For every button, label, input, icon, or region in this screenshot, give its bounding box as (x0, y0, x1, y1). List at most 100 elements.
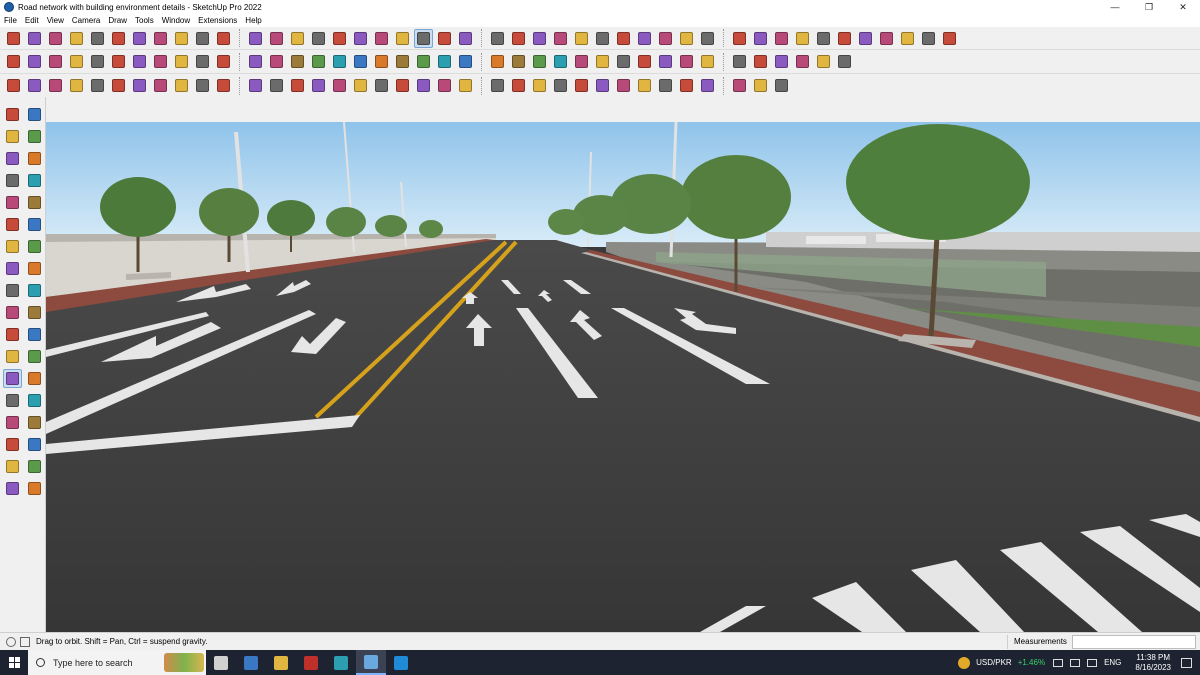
follow-me-icon[interactable] (25, 259, 44, 278)
fill-icon[interactable] (372, 52, 391, 71)
rotated-rect-icon[interactable] (25, 171, 44, 190)
pan-icon[interactable] (751, 29, 770, 48)
sandbox-icon[interactable] (751, 52, 770, 71)
restore-button[interactable]: ❐ (1132, 0, 1166, 14)
taskbar-search[interactable]: Type here to search (28, 650, 206, 675)
line-icon[interactable] (330, 76, 349, 95)
fillet-icon[interactable] (730, 76, 749, 95)
rotate-icon[interactable] (151, 29, 170, 48)
rectangle-icon[interactable] (3, 171, 22, 190)
chamfer-icon[interactable] (751, 76, 770, 95)
pencil-icon[interactable] (3, 149, 22, 168)
shadow-icon[interactable] (414, 28, 433, 48)
zoom-icon[interactable] (288, 29, 307, 48)
material-icon[interactable] (835, 52, 854, 71)
curve-icon[interactable] (530, 52, 549, 71)
pattern-icon[interactable] (246, 76, 265, 95)
arc-icon[interactable] (351, 76, 370, 95)
pyramid-icon[interactable] (698, 52, 717, 71)
shape-icon[interactable] (351, 52, 370, 71)
geo-location-icon[interactable] (6, 636, 16, 647)
solid-icon[interactable] (25, 52, 44, 71)
menu-tools[interactable]: Tools (135, 16, 154, 25)
arc-icon[interactable] (551, 29, 570, 48)
tape-measure-icon[interactable] (677, 29, 696, 48)
arc-icon[interactable] (88, 76, 107, 95)
offset-icon[interactable] (193, 52, 212, 71)
pencil-icon[interactable] (530, 29, 549, 48)
zoom-extents-icon[interactable] (793, 29, 812, 48)
section-plane-icon[interactable] (25, 457, 44, 476)
sandbox-icon[interactable] (3, 479, 22, 498)
push-pull-icon[interactable] (25, 237, 44, 256)
menu-draw[interactable]: Draw (108, 16, 127, 25)
axes-icon[interactable] (3, 347, 22, 366)
fill-icon[interactable] (88, 52, 107, 71)
edge-icon[interactable] (386, 650, 416, 675)
tape-measure-icon[interactable] (193, 29, 212, 48)
orbit-icon[interactable] (246, 29, 265, 48)
currency-widget-icon[interactable] (958, 656, 971, 669)
eraser-icon[interactable] (25, 29, 44, 48)
redo-icon[interactable] (456, 29, 475, 48)
pyramid-icon[interactable] (130, 52, 149, 71)
offset-icon[interactable] (488, 52, 507, 71)
component-icon[interactable] (4, 52, 23, 71)
component-icon[interactable] (572, 52, 591, 71)
move-icon[interactable] (614, 29, 633, 48)
extrude-icon[interactable] (130, 76, 149, 95)
polygon-icon[interactable] (309, 76, 328, 95)
look-around-icon[interactable] (393, 29, 412, 48)
volume-icon[interactable] (1087, 658, 1098, 667)
camera-icon[interactable] (330, 29, 349, 48)
arc-icon[interactable] (614, 76, 633, 95)
material-icon[interactable] (267, 52, 286, 71)
select-icon[interactable] (4, 29, 23, 48)
rotate-icon[interactable] (3, 259, 22, 278)
solid-icon[interactable] (309, 52, 328, 71)
toolbar-grip[interactable] (481, 76, 484, 95)
text-icon[interactable] (214, 29, 233, 48)
polygon-icon[interactable] (572, 76, 591, 95)
redo-icon[interactable] (940, 29, 959, 48)
follow-me-icon[interactable] (793, 52, 812, 71)
rect-icon[interactable] (267, 76, 286, 95)
select-icon[interactable] (3, 105, 22, 124)
menu-help[interactable]: Help (245, 16, 261, 25)
offset-icon[interactable] (25, 281, 44, 300)
menu-camera[interactable]: Camera (72, 16, 100, 25)
clock[interactable]: 11:38 PM 8/16/2023 (1135, 653, 1171, 673)
curve-icon[interactable] (814, 52, 833, 71)
paint-bucket-icon[interactable] (88, 29, 107, 48)
curve-icon[interactable] (246, 52, 265, 71)
polygon-icon[interactable] (46, 76, 65, 95)
zoom-icon[interactable] (3, 391, 22, 410)
shell-icon[interactable] (172, 76, 191, 95)
follow-me-icon[interactable] (214, 52, 233, 71)
arc-icon[interactable] (67, 29, 86, 48)
section-icon[interactable] (835, 29, 854, 48)
rect-icon[interactable] (4, 76, 23, 95)
toolbar-grip[interactable] (481, 29, 484, 47)
previous-view-icon[interactable] (25, 413, 44, 432)
solid-icon[interactable] (593, 52, 612, 71)
scale-icon[interactable] (656, 29, 675, 48)
paint-bucket-icon[interactable] (572, 29, 591, 48)
loft-icon[interactable] (414, 76, 433, 95)
chamfer-icon[interactable] (214, 76, 233, 95)
network-icon[interactable] (1070, 658, 1081, 667)
shell-icon[interactable] (698, 76, 717, 95)
offset-icon[interactable] (772, 52, 791, 71)
rotate-icon[interactable] (635, 29, 654, 48)
3d-text-icon[interactable] (25, 347, 44, 366)
select-icon[interactable] (488, 29, 507, 48)
fill-icon[interactable] (656, 52, 675, 71)
extrude-icon[interactable] (393, 76, 412, 95)
dimension-icon[interactable] (25, 303, 44, 322)
spline-icon[interactable] (109, 76, 128, 95)
pyramid-icon[interactable] (414, 52, 433, 71)
undo-icon[interactable] (435, 29, 454, 48)
undo-icon[interactable] (919, 29, 938, 48)
component-icon[interactable] (288, 52, 307, 71)
shape-icon[interactable] (67, 52, 86, 71)
